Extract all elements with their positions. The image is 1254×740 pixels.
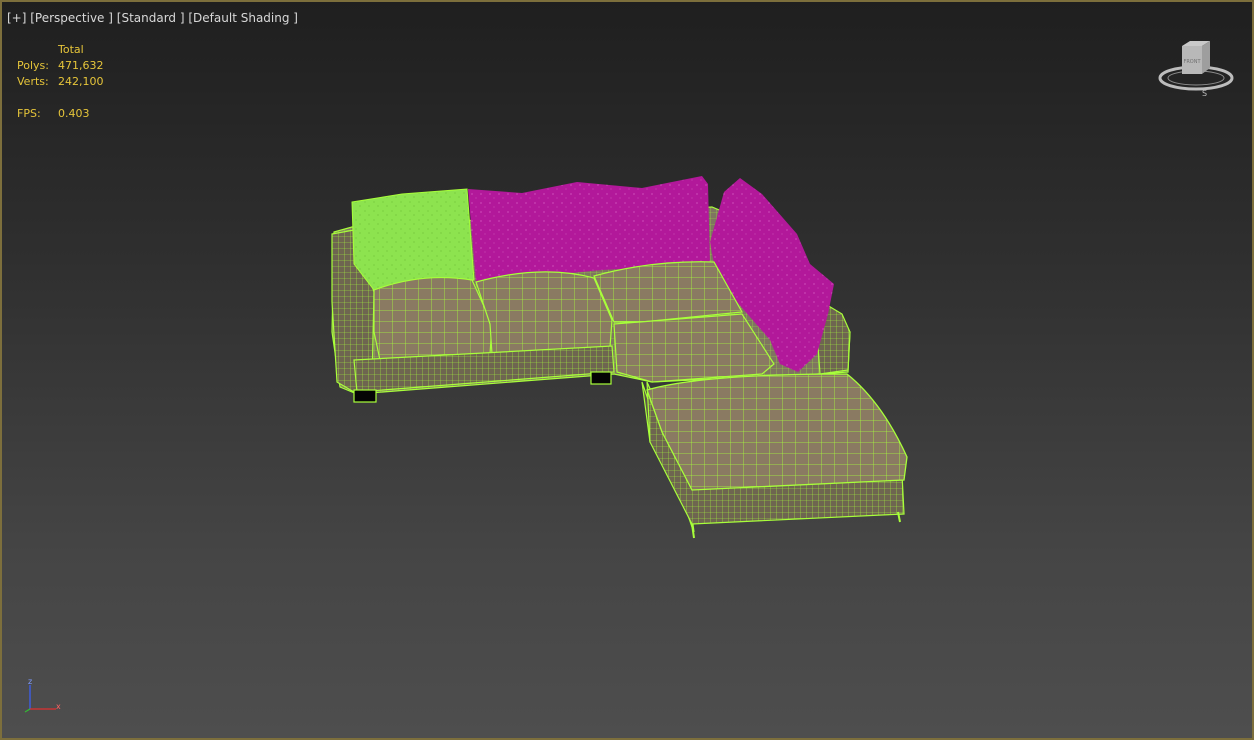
perspective-viewport[interactable]: [+] [Perspective ] [Standard ] [Default … <box>0 0 1254 740</box>
axis-x-label: x <box>56 702 61 711</box>
viewcube-navigator[interactable]: FRONT S <box>1154 38 1236 100</box>
seat-cushion-1 <box>373 276 493 361</box>
axis-z-label: z <box>28 677 32 686</box>
back-pillow-green <box>351 188 475 291</box>
viewcube-face-label: FRONT <box>1183 59 1201 65</box>
viewcube-box[interactable] <box>1182 41 1210 74</box>
sofa-wireframe-model[interactable] <box>2 2 1252 738</box>
seat-cushion-2 <box>475 271 613 355</box>
axis-tripod: z x <box>24 677 61 713</box>
compass-marker-icon: S <box>1202 89 1207 98</box>
chaise-cushion <box>646 373 908 491</box>
